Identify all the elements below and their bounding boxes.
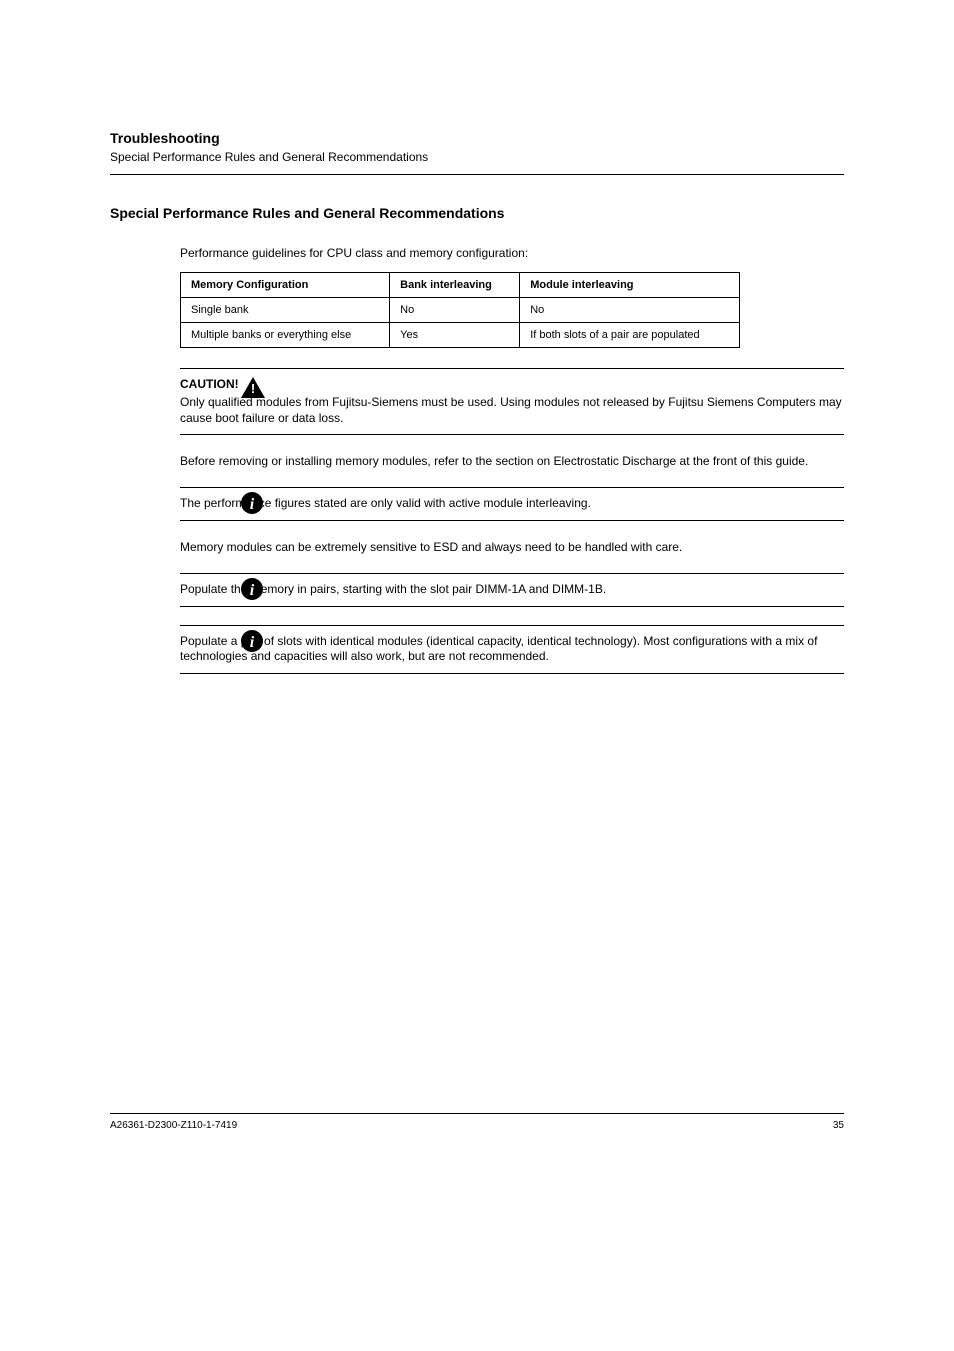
info-icon: i xyxy=(240,577,264,606)
table-row: Single bank No No xyxy=(181,298,740,323)
paragraph: Before removing or installing memory mod… xyxy=(180,453,844,469)
info-note: Populate a pair of slots with identical … xyxy=(180,625,844,674)
note-body: The performance figures stated are only … xyxy=(180,496,844,512)
page-footer: A26361-D2300-Z110-1-7419 35 xyxy=(110,1113,844,1131)
note-body: Only qualified modules from Fujitsu-Siem… xyxy=(180,395,844,426)
table-cell: If both slots of a pair are populated xyxy=(520,323,740,348)
page-header: Troubleshooting Special Performance Rule… xyxy=(110,130,844,164)
info-note: Populate the memory in pairs, starting w… xyxy=(180,573,844,607)
footer-doc-id: A26361-D2300-Z110-1-7419 xyxy=(110,1120,237,1131)
table-header-row: Memory Configuration Bank interleaving M… xyxy=(181,273,740,298)
table-cell: No xyxy=(390,298,520,323)
header-subtitle: Special Performance Rules and General Re… xyxy=(110,150,844,164)
table-cell: Multiple banks or everything else xyxy=(181,323,390,348)
note-body: Populate the memory in pairs, starting w… xyxy=(180,582,844,598)
svg-text:!: ! xyxy=(251,381,255,396)
table-header-cell: Bank interleaving xyxy=(390,273,520,298)
svg-text:i: i xyxy=(250,634,255,651)
table-header-cell: Module interleaving xyxy=(520,273,740,298)
header-rule xyxy=(110,174,844,175)
table-cell: Single bank xyxy=(181,298,390,323)
table-cell: Yes xyxy=(390,323,520,348)
info-note: The performance figures stated are only … xyxy=(180,487,844,521)
header-title: Troubleshooting xyxy=(110,130,844,146)
info-icon: i xyxy=(240,629,264,658)
page-number: 35 xyxy=(833,1120,844,1131)
svg-text:i: i xyxy=(250,582,255,599)
caution-icon: ! xyxy=(240,376,266,405)
caution-note: CAUTION! Only qualified modules from Fuj… xyxy=(180,368,844,435)
section-heading: Special Performance Rules and General Re… xyxy=(110,205,844,221)
note-title: CAUTION! xyxy=(180,377,844,391)
performance-table: Memory Configuration Bank interleaving M… xyxy=(180,272,844,348)
table-row: Multiple banks or everything else Yes If… xyxy=(181,323,740,348)
svg-text:i: i xyxy=(250,496,255,513)
table-cell: No xyxy=(520,298,740,323)
info-icon: i xyxy=(240,491,264,520)
paragraph: Memory modules can be extremely sensitiv… xyxy=(180,539,844,555)
intro-text: Performance guidelines for CPU class and… xyxy=(180,246,844,260)
footer-rule xyxy=(110,1113,844,1114)
note-body: Populate a pair of slots with identical … xyxy=(180,634,844,665)
table-header-cell: Memory Configuration xyxy=(181,273,390,298)
